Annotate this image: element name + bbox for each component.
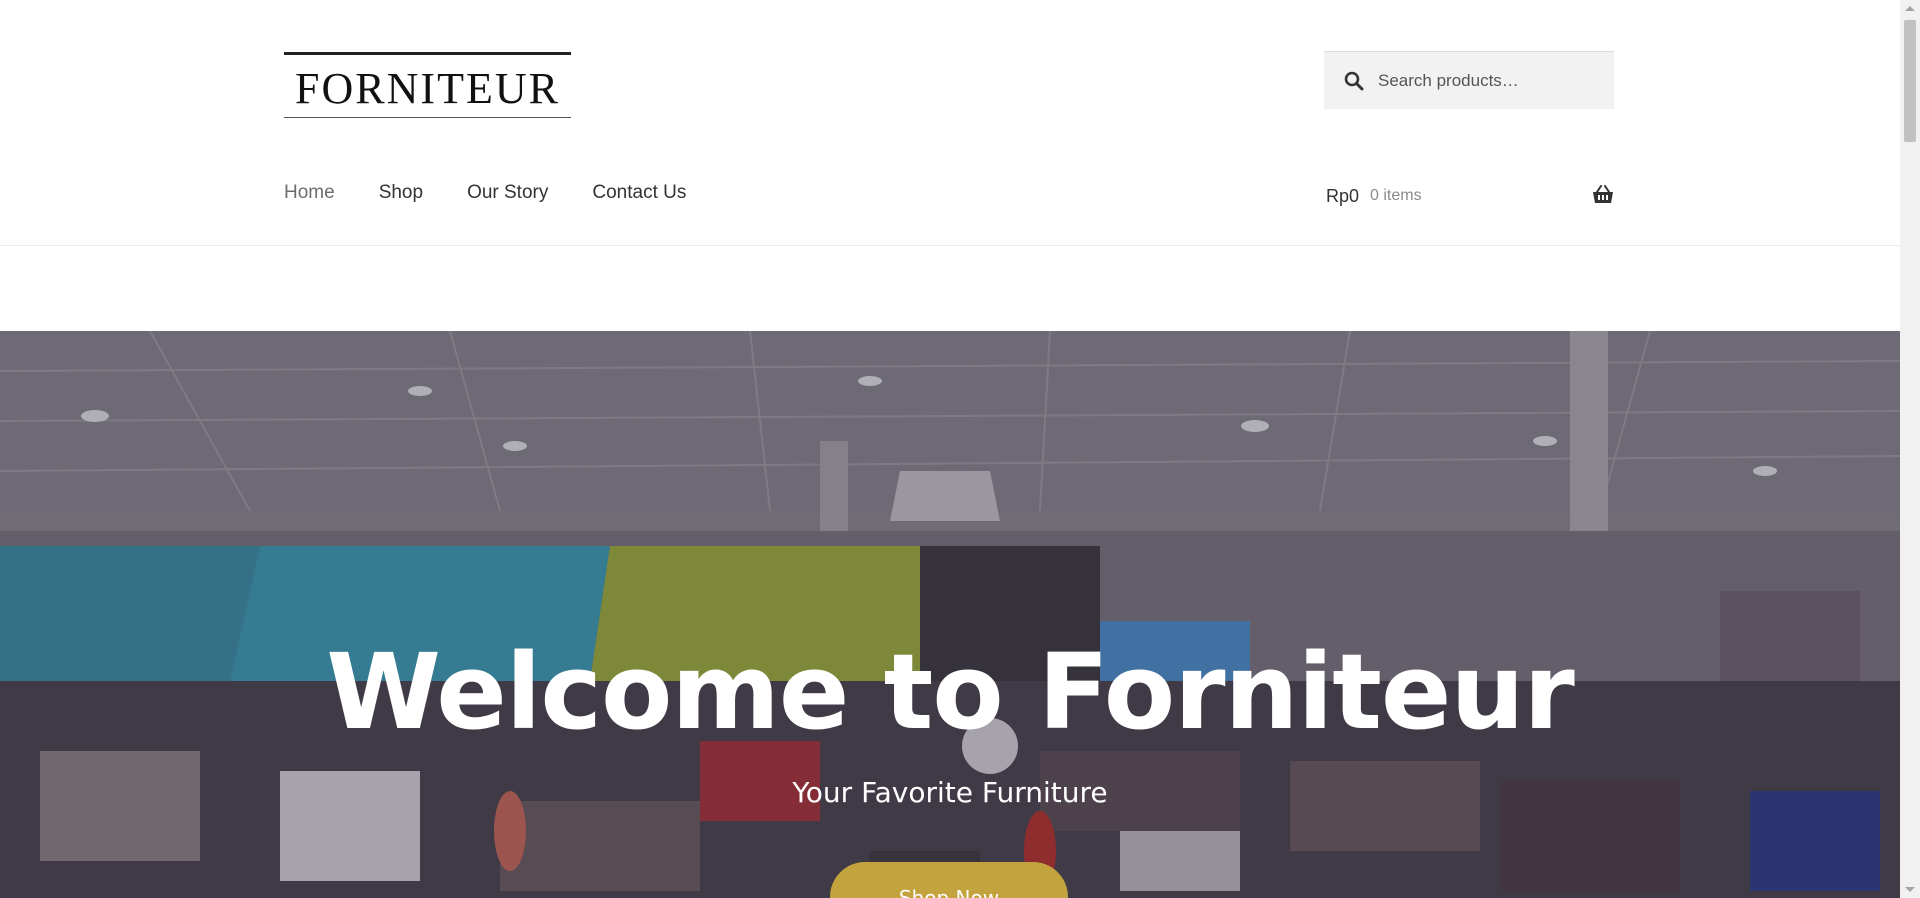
page-content: FORNITEUR Home Shop Our Story Contact Us… — [0, 0, 1900, 898]
hero-subtitle: Your Favorite Furniture — [792, 776, 1108, 809]
scroll-up-icon[interactable] — [1905, 6, 1915, 11]
cart-item-count: 0 items — [1370, 187, 1422, 204]
shop-now-button[interactable]: Shop Now — [830, 862, 1068, 898]
hero-banner: Welcome to Forniteur Your Favorite Furni… — [0, 331, 1900, 898]
nav-item-contact-us[interactable]: Contact Us — [592, 182, 686, 204]
cart-amount: Rp0 — [1326, 185, 1360, 206]
header-cart[interactable]: Rp0 0 items — [1326, 182, 1614, 210]
logo-text: FORNITEUR — [295, 63, 560, 113]
search-input[interactable] — [1378, 70, 1598, 91]
nav-item-home[interactable]: Home — [284, 182, 335, 204]
nav-item-shop[interactable]: Shop — [379, 182, 423, 204]
site-logo[interactable]: FORNITEUR — [284, 52, 571, 118]
basket-icon[interactable] — [1592, 185, 1614, 205]
search-form — [1324, 51, 1614, 109]
hero-title: Welcome to Forniteur — [326, 631, 1575, 753]
hero-overlay — [0, 331, 1900, 898]
nav-item-our-story[interactable]: Our Story — [467, 182, 548, 204]
scroll-down-icon[interactable] — [1905, 887, 1915, 892]
site-header: FORNITEUR Home Shop Our Story Contact Us… — [0, 0, 1900, 246]
search-icon[interactable] — [1344, 71, 1364, 91]
primary-navigation: Home Shop Our Story Contact Us — [284, 182, 730, 204]
page: FORNITEUR Home Shop Our Story Contact Us… — [0, 0, 1920, 898]
scrollbar-thumb[interactable] — [1904, 20, 1916, 142]
page-scrollbar[interactable] — [1900, 0, 1920, 898]
